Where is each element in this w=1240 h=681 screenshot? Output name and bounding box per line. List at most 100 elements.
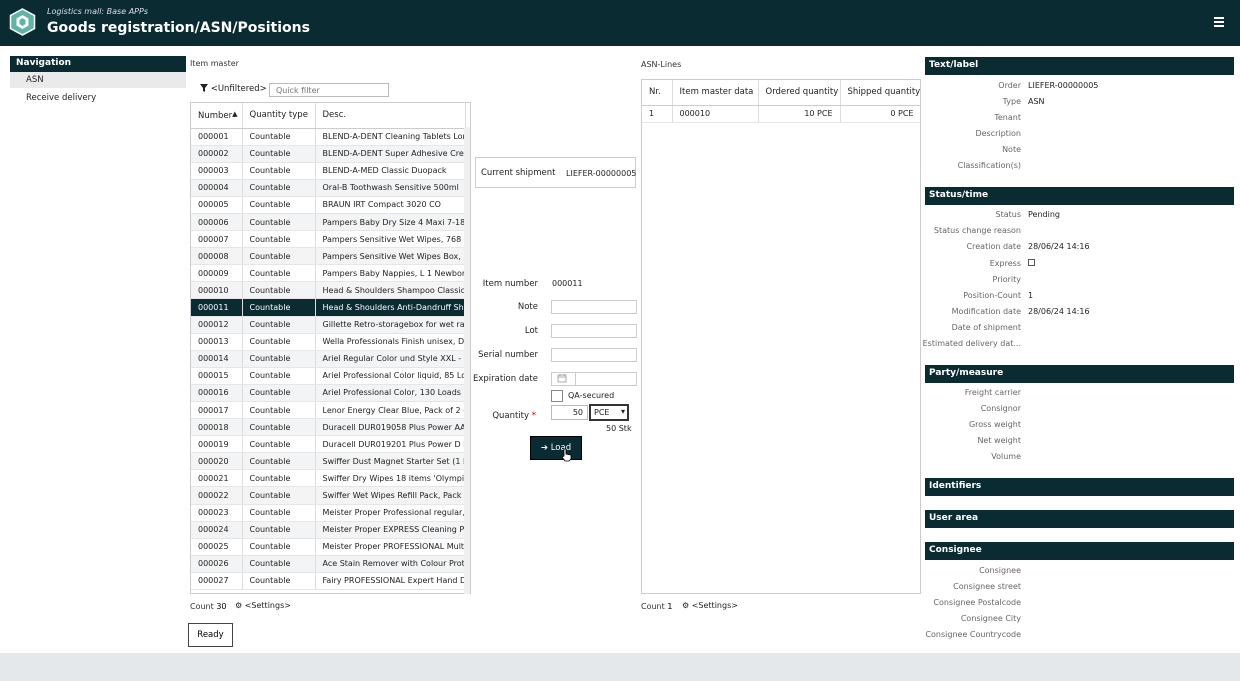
quick-filter-input[interactable] (269, 83, 389, 97)
column-header-nr[interactable]: Nr. (642, 80, 673, 106)
table-row[interactable]: 000018 Countable Duracell DUR019058 Plus P… (191, 418, 466, 437)
table-row[interactable]: 000011 Countable Head & Shoulders Anti-Dan… (191, 298, 466, 317)
asn-settings-button[interactable]: ⚙ <Settings> (682, 601, 738, 610)
column-header-number[interactable]: Number▲ (191, 103, 243, 129)
lot-field[interactable] (551, 324, 637, 338)
detail-row: Priority (925, 273, 1234, 289)
item-number-cell: 000016 (191, 384, 243, 403)
serial-number-field[interactable] (551, 348, 637, 362)
qa-secured-checkbox[interactable] (551, 390, 563, 402)
table-row[interactable]: 000013 Countable Wella Professionals Finis… (191, 333, 466, 351)
current-shipment-box: Current shipment LIEFER-00000005 (475, 157, 636, 188)
detail-row: Consignee Postalcode (925, 596, 1234, 612)
quantity-input[interactable]: 50 (551, 405, 588, 420)
table-row[interactable]: 000009 Countable Pampers Baby Nappies, L 1… (191, 264, 466, 283)
table-row[interactable]: 1 000010 10 PCE 0 PCE (642, 105, 920, 123)
quantity-type-cell: Countable (242, 504, 316, 522)
table-row[interactable]: 000021 Countable Swiffer Dry Wipes 18 item… (191, 469, 466, 488)
table-row[interactable]: 000001 Countable BLEND-A-DENT Cleaning Tab… (191, 128, 466, 146)
nav-item-receive-delivery[interactable]: Receive delivery (10, 90, 186, 106)
app-subtitle: Logistics mall: Base APPs (47, 7, 148, 16)
description-cell: Ariel Regular Color und Style XXL - 83 (315, 350, 466, 368)
column-header-shipped-quantity[interactable]: Shipped quantity (840, 80, 920, 106)
table-row[interactable]: 000010 Countable Head & Shoulders Shampoo … (191, 281, 466, 300)
table-row[interactable]: 000017 Countable Lenor Energy Clear Blue, … (191, 401, 466, 420)
description-cell: Swiffer Dry Wipes 18 items 'Olympia', (315, 469, 466, 488)
load-button[interactable]: ➔ Load (530, 436, 582, 460)
detail-key: Consignor (980, 404, 1021, 413)
item-number-cell: 000015 (191, 367, 243, 385)
table-row[interactable]: 000025 Countable Meister Proper PROFESSION… (191, 538, 466, 556)
asn-settings-label: <Settings> (691, 601, 738, 610)
detail-value: 1 (1028, 291, 1034, 300)
quantity-type-cell: Countable (242, 179, 316, 197)
table-row[interactable]: 000003 Countable BLEND-A-MED Classic Duopa… (191, 162, 466, 180)
detail-row: Modification date 28/06/24 14:16 (925, 305, 1234, 321)
item-number-cell: 000027 (191, 572, 243, 591)
consignee-header[interactable]: Consignee (925, 542, 1234, 560)
table-row[interactable]: 000004 Countable Oral-B Toothwash Sensitiv… (191, 179, 466, 197)
calendar-icon[interactable] (557, 373, 567, 383)
table-row[interactable]: 000023 Countable Meister Proper Profession… (191, 504, 466, 522)
detail-row: Freight carrier (925, 386, 1234, 402)
identifiers-header[interactable]: Identifiers (925, 478, 1234, 496)
detail-key: Priority (992, 275, 1021, 284)
detail-row: Gross weight (925, 418, 1234, 434)
detail-row: Description (925, 127, 1234, 143)
item-settings-button[interactable]: ⚙ <Settings> (235, 601, 291, 610)
item-number-cell: 000018 (191, 418, 243, 437)
express-checkbox[interactable] (1028, 259, 1035, 266)
table-row[interactable]: 000020 Countable Swiffer Dust Magnet Start… (191, 452, 466, 471)
table-row[interactable]: 000005 Countable BRAUN IRT Compact 3020 CO (191, 196, 466, 214)
table-row[interactable]: 000007 Countable Pampers Sensitive Wet Wip… (191, 230, 466, 249)
nav-item-asn[interactable]: ASN (10, 72, 186, 88)
table-row[interactable]: 000026 Countable Ace Stain Remover with Co… (191, 555, 466, 573)
description-cell: Gillette Retro-storagebox for wet razo (315, 316, 466, 334)
item-number-cell: 000025 (191, 538, 243, 556)
column-header-quantity-type[interactable]: Quantity type (242, 103, 316, 129)
hamburger-icon[interactable] (1214, 17, 1224, 27)
ready-button[interactable]: Ready (188, 623, 233, 647)
status-time-header[interactable]: Status/time (925, 187, 1234, 205)
text-label-header[interactable]: Text/label (925, 57, 1234, 75)
column-header-item-master-data[interactable]: Item master data (672, 80, 759, 106)
quantity-type-cell: Countable (242, 145, 316, 163)
table-row[interactable]: 000015 Countable Ariel Professional Color … (191, 367, 466, 385)
description-cell: Duracell DUR019058 Plus Power AAA (315, 418, 466, 437)
item-grid-scrollbar[interactable] (464, 127, 470, 594)
quantity-type-cell: Countable (242, 521, 316, 539)
item-master-grid: Number▲ Quantity type Desc. 000001 Counta… (190, 102, 471, 594)
detail-row: Consignee street (925, 580, 1234, 596)
current-shipment-label: Current shipment (481, 168, 556, 178)
app-logo-icon[interactable] (9, 8, 36, 36)
detail-key: Express (989, 259, 1021, 268)
description-cell: Pampers Sensitive Wet Wipes Box, 56 (315, 247, 466, 266)
asn-count: Count 1 (641, 602, 672, 611)
table-row[interactable]: 000019 Countable Duracell DUR019201 Plus P… (191, 435, 466, 454)
description-cell: Pampers Baby Dry Size 4 Maxi 7-18kg (315, 213, 466, 232)
description-cell: BLEND-A-DENT Cleaning Tablets Long (315, 128, 466, 146)
description-cell: Pampers Baby Nappies, L 1 Newborn 2 (315, 264, 466, 283)
table-row[interactable]: 000006 Countable Pampers Baby Dry Size 4 M… (191, 213, 466, 232)
table-row[interactable]: 000024 Countable Meister Proper EXPRESS Cl… (191, 521, 466, 539)
column-header-ordered-quantity[interactable]: Ordered quantity (758, 80, 841, 106)
table-row[interactable]: 000014 Countable Ariel Regular Color und S… (191, 350, 466, 368)
table-row[interactable]: 000012 Countable Gillette Retro-storagebox… (191, 316, 466, 334)
column-header-desc[interactable]: Desc. (315, 103, 466, 129)
user-area-header[interactable]: User area (925, 510, 1234, 528)
unit-select[interactable]: PCE ▾ (589, 404, 629, 421)
quantity-type-cell: Countable (242, 162, 316, 180)
qa-secured-label: QA-secured (568, 391, 615, 400)
table-row[interactable]: 000022 Countable Swiffer Wet Wipes Refill … (191, 486, 466, 505)
table-row[interactable]: 000008 Countable Pampers Sensitive Wet Wip… (191, 247, 466, 266)
description-cell: Lenor Energy Clear Blue, Pack of 2 (2 x (315, 401, 466, 420)
detail-row: Position-Count 1 (925, 289, 1234, 305)
party-measure-header[interactable]: Party/measure (925, 365, 1234, 383)
table-row[interactable]: 000002 Countable BLEND-A-DENT Super Adhesi… (191, 145, 466, 163)
detail-value: LIEFER-00000005 (1028, 81, 1099, 90)
filter-button[interactable]: <Unfiltered> (200, 84, 267, 94)
table-row[interactable]: 000027 Countable Fairy PROFESSIONAL Expert… (191, 572, 466, 591)
detail-row: Estimated delivery dat... (923, 337, 1234, 353)
table-row[interactable]: 000016 Countable Ariel Professional Color,… (191, 384, 466, 403)
note-field[interactable] (551, 300, 637, 314)
